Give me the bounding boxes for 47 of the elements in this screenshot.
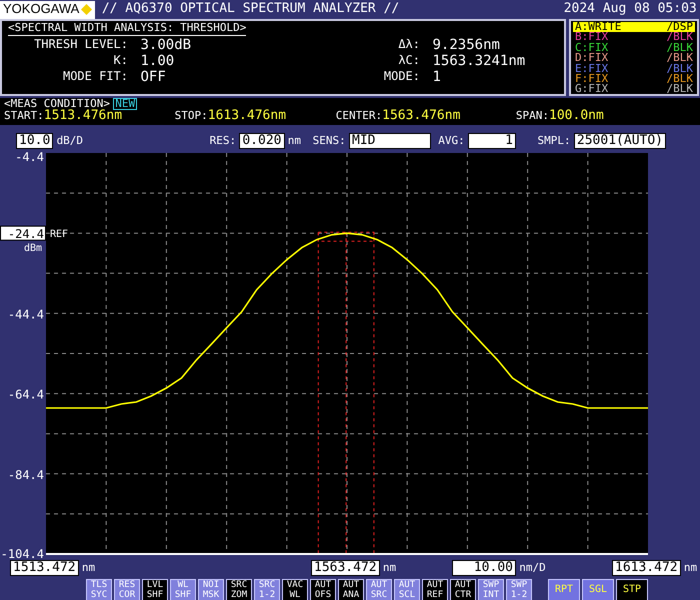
field-value: 1	[432, 70, 442, 85]
unit-label: dBm	[24, 243, 42, 254]
field-value: 9.2356nm	[432, 38, 501, 53]
unit-label: nm	[684, 562, 698, 574]
panel-title: <MEAS CONDITION>	[4, 98, 110, 110]
unit-label: nm	[382, 562, 396, 574]
axis-tick-label: -64.4	[8, 388, 44, 402]
axis-tick-label: 1613.472	[612, 560, 681, 576]
field-label: MODE FIT:	[62, 70, 128, 85]
axis-tick-label: -104.4	[0, 547, 44, 559]
field-value: 1563.3241nm	[432, 54, 526, 69]
field-value: 1.00	[140, 54, 176, 69]
new-badge: NEW	[113, 98, 138, 110]
axis-tick-label: 1563.472	[311, 560, 380, 576]
field-label: SENS:	[312, 134, 346, 148]
field-label: SMPL:	[538, 134, 571, 148]
field-value: 3.00dB	[140, 38, 192, 53]
unit-label: nm	[82, 562, 96, 574]
field-label: THRESH LEVEL:	[33, 38, 128, 53]
date-time: 2024 Aug 08 05:03	[564, 2, 697, 17]
field-label: STOP:	[174, 110, 208, 122]
brand-logo: YOKOGAWA	[0, 0, 96, 18]
ref-label: REF	[50, 229, 68, 240]
unit-label: nm	[288, 134, 301, 148]
window-title: // AQ6370 OPTICAL SPECTRUM ANALYZER //	[102, 2, 400, 17]
field-label: λC:	[397, 54, 420, 69]
y-tick-label: -24.4	[8, 227, 44, 242]
field-value: OFF	[140, 70, 167, 85]
field-value: 100.0nm	[549, 110, 604, 122]
axis-tick-label: -4.4	[15, 150, 44, 164]
axis-tick-label: -84.4	[8, 468, 44, 482]
analysis-title: <SPECTRAL WIDTH ANALYSIS: THRESHOLD>	[8, 22, 246, 36]
field-value: 1613.476nm	[208, 110, 286, 122]
field-value: 1563.476nm	[382, 110, 460, 122]
field-label: CENTER:	[336, 110, 382, 122]
axis-tick-label: 1513.472	[10, 560, 79, 576]
field-label: RES:	[210, 134, 236, 148]
unit-label: dB/D	[56, 134, 84, 148]
field-label: START:	[4, 110, 44, 122]
field-value: 1513.476nm	[44, 110, 122, 122]
field-label: AVG:	[438, 134, 465, 148]
field-label: MODE:	[382, 70, 420, 85]
axis-tick-label: -44.4	[8, 307, 44, 322]
field-label: SPAN:	[516, 110, 550, 122]
unit-label: nm/D	[519, 562, 546, 574]
field-label: K:	[112, 54, 128, 69]
field-label: Δλ:	[397, 38, 420, 53]
